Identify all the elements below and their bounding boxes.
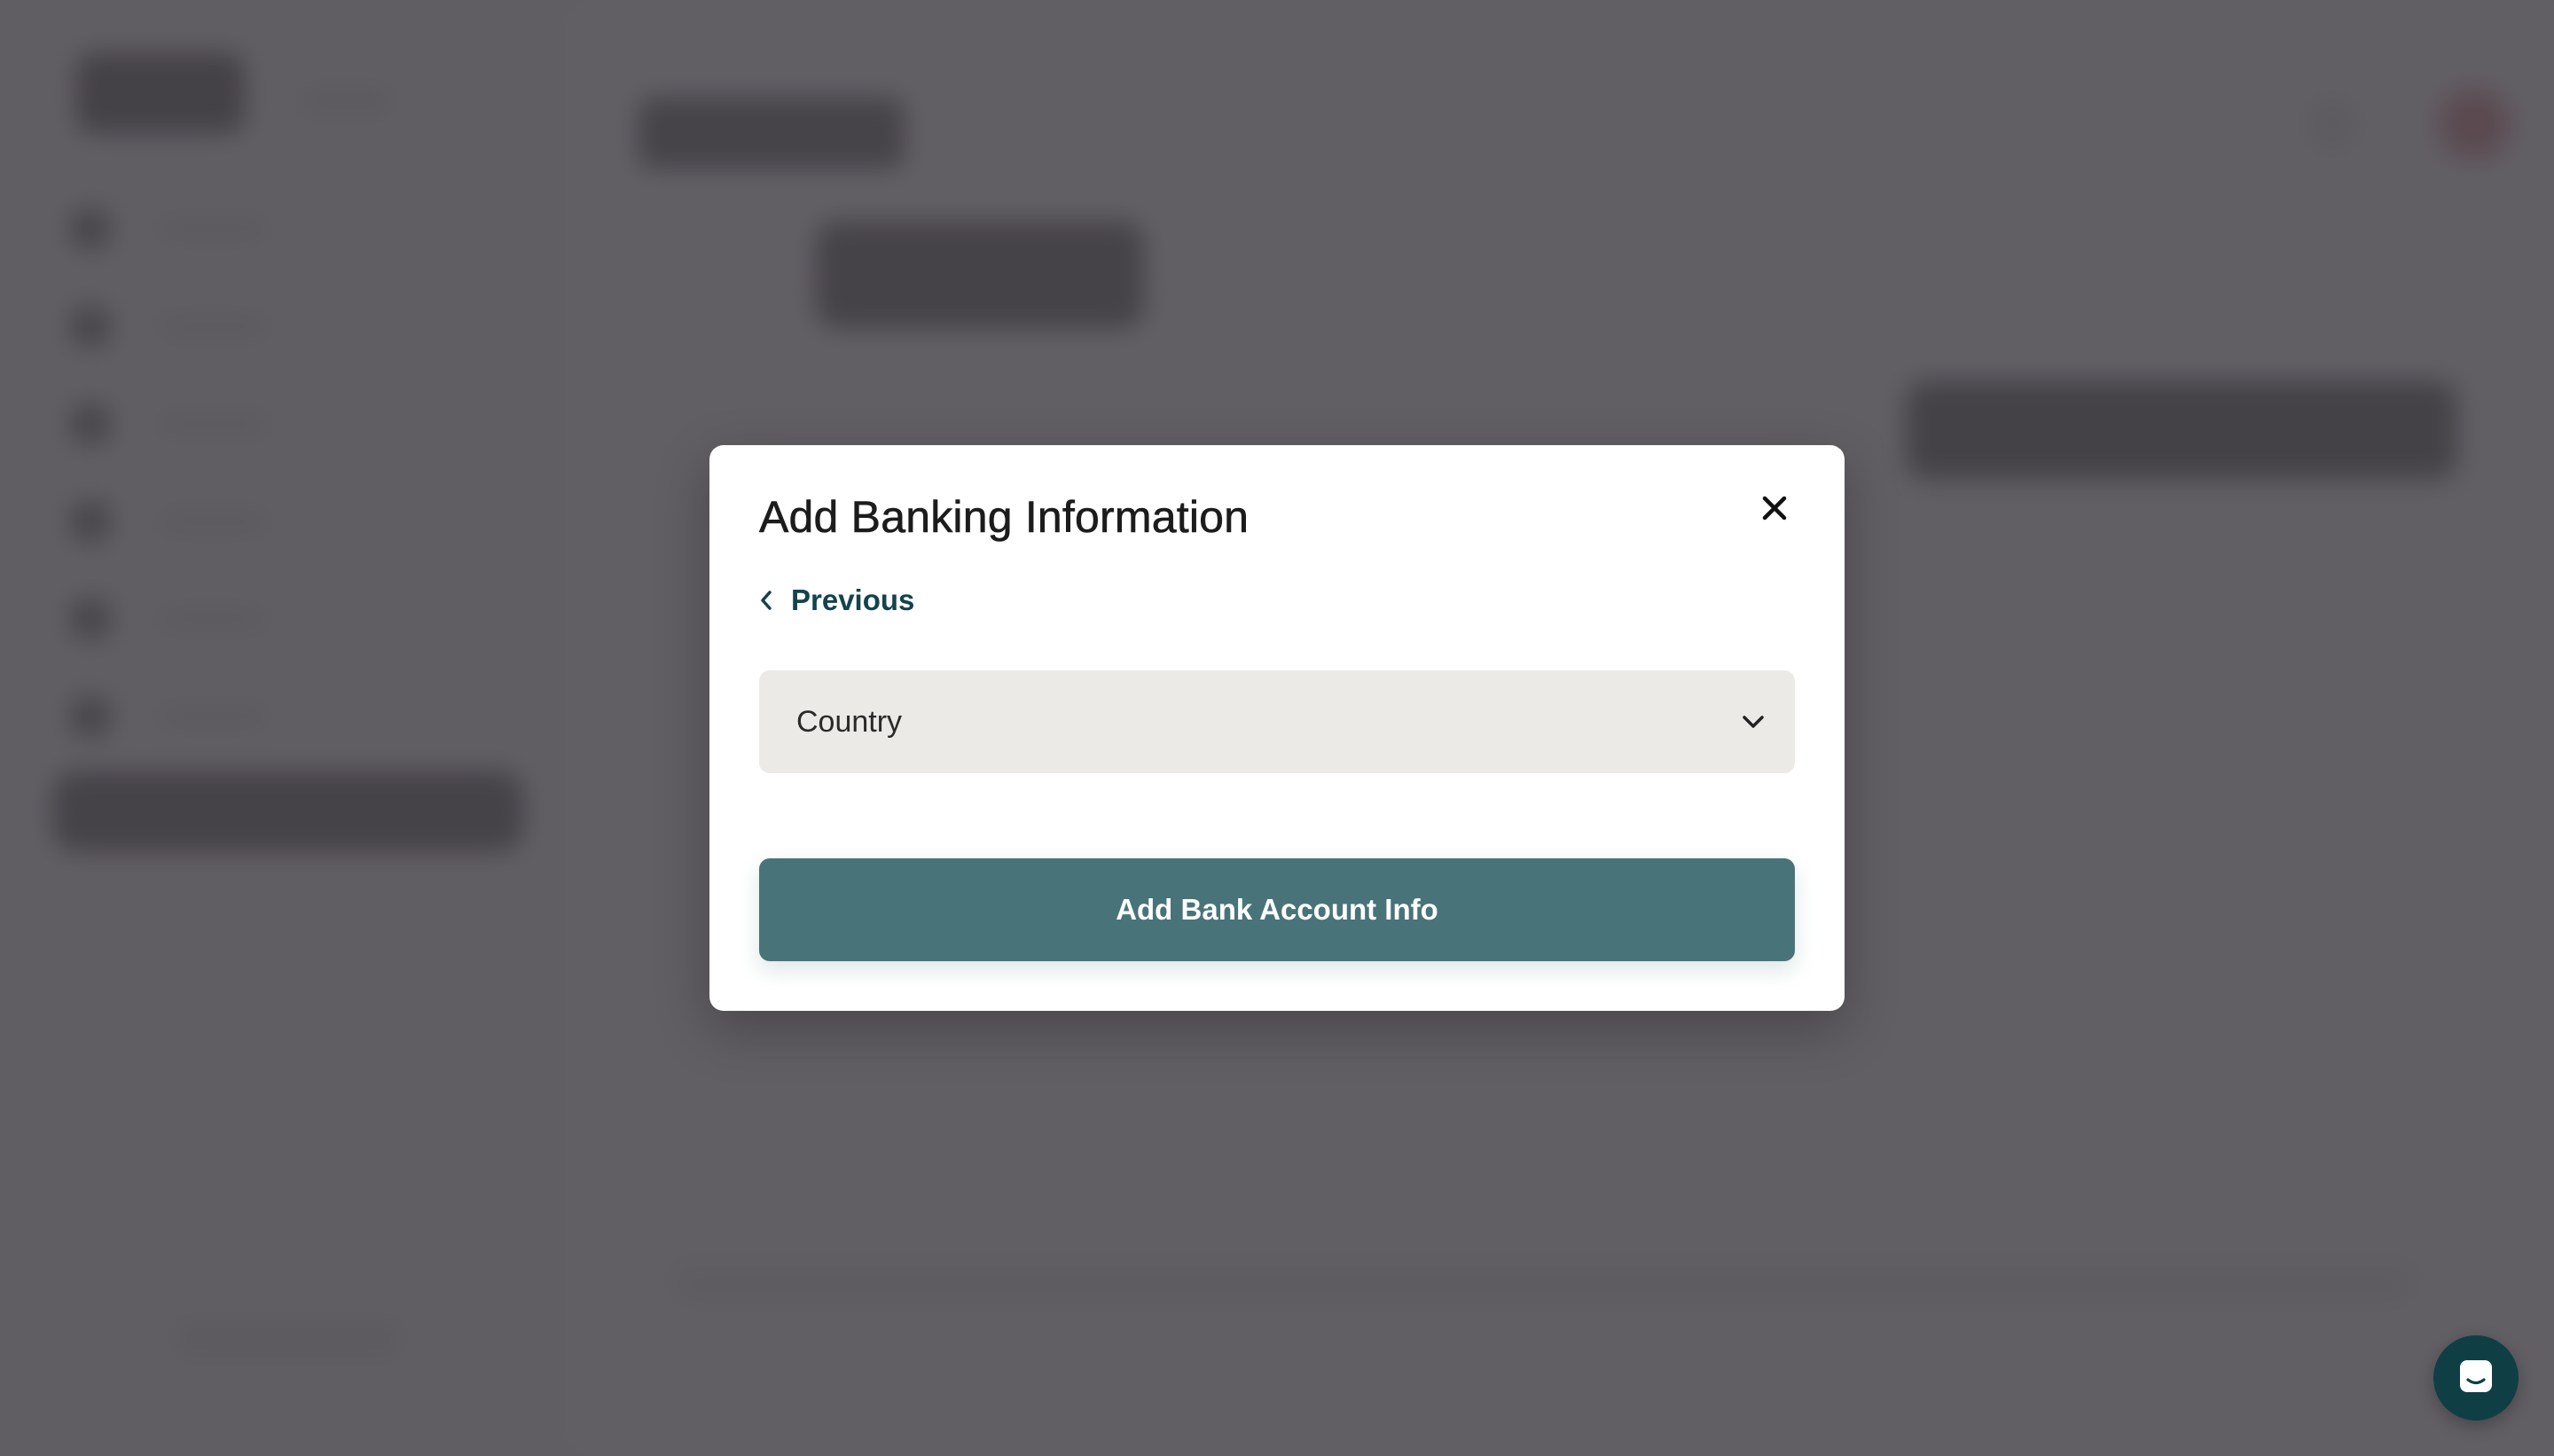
country-select[interactable]: Country	[759, 670, 1795, 773]
country-select-value: Country	[796, 704, 903, 739]
chat-launcher-button[interactable]	[2433, 1335, 2519, 1421]
chevron-down-icon	[1738, 707, 1768, 737]
add-bank-account-info-button[interactable]: Add Bank Account Info	[759, 858, 1795, 961]
previous-label: Previous	[791, 583, 915, 616]
close-button[interactable]	[1752, 488, 1797, 532]
previous-link[interactable]: Previous	[756, 583, 914, 617]
close-icon	[1761, 495, 1788, 526]
add-banking-information-modal: Add Banking Information Previous Country…	[709, 445, 1845, 1011]
modal-title: Add Banking Information	[759, 492, 1250, 543]
chevron-left-icon	[756, 585, 777, 615]
chat-icon	[2456, 1356, 2496, 1401]
